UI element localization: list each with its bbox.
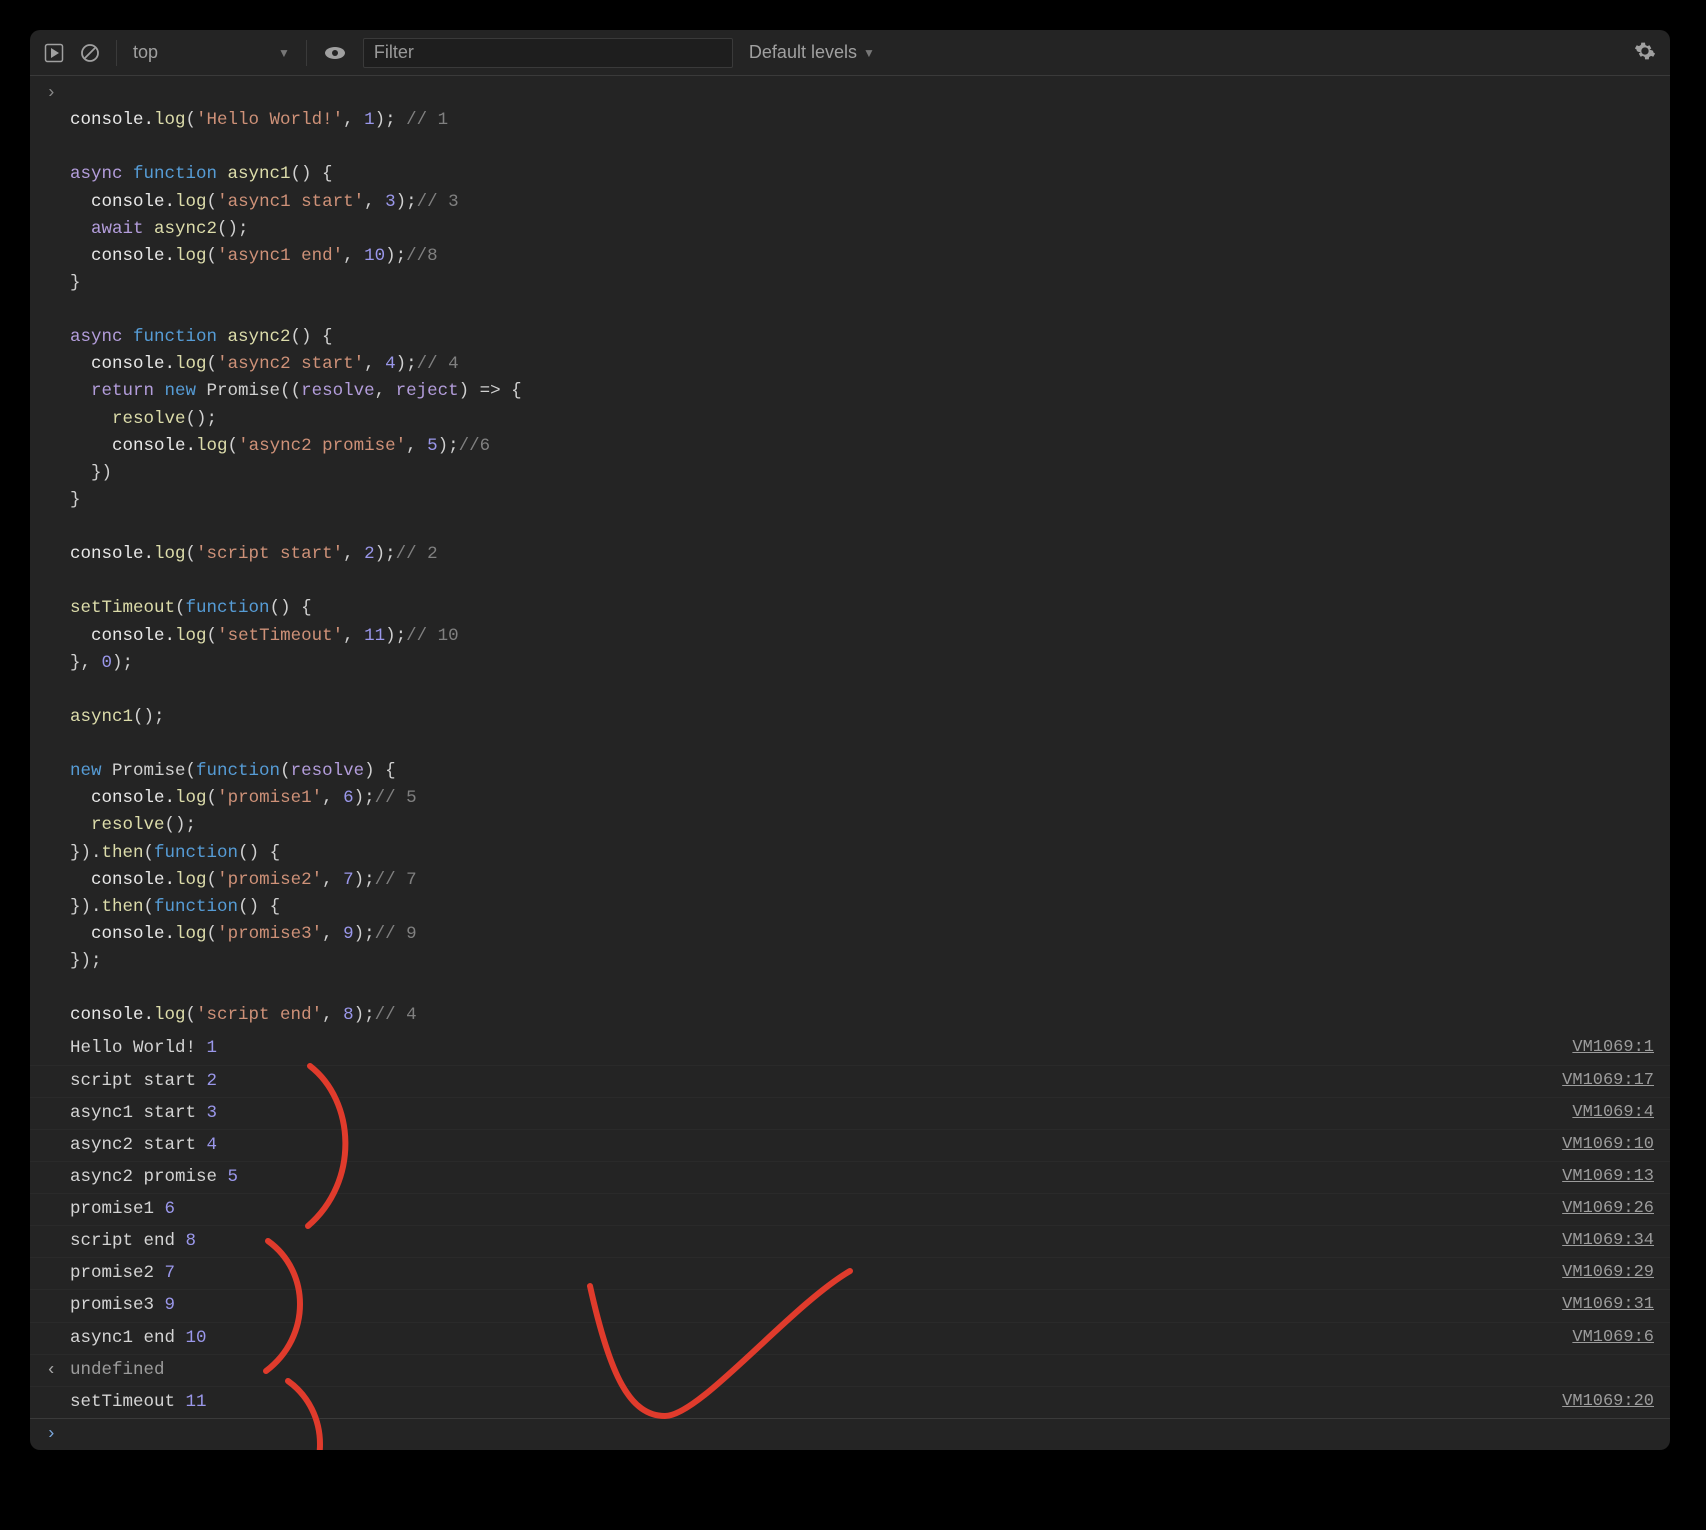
separator: [306, 40, 307, 66]
log-text: script start: [70, 1071, 207, 1091]
console-input-row: › console.log('Hello World!', 1); // 1 a…: [30, 76, 1670, 1033]
log-number: 1: [207, 1038, 218, 1058]
return-arrow-icon: ‹: [46, 1357, 70, 1384]
source-link[interactable]: VM1069:34: [1562, 1228, 1654, 1254]
execute-icon[interactable]: [44, 43, 64, 63]
source-link[interactable]: VM1069:6: [1572, 1325, 1654, 1351]
return-row: ‹ undefined: [30, 1354, 1670, 1386]
log-number: 9: [165, 1295, 176, 1315]
source-link[interactable]: VM1069:13: [1562, 1164, 1654, 1190]
source-link[interactable]: VM1069:17: [1562, 1068, 1654, 1094]
source-link[interactable]: VM1069:4: [1572, 1100, 1654, 1126]
return-value: undefined: [70, 1360, 165, 1380]
log-row: async2 promise 5 VM1069:13: [30, 1161, 1670, 1193]
console-content: › console.log('Hello World!', 1); // 1 a…: [30, 76, 1670, 1450]
log-text: promise3: [70, 1295, 165, 1315]
source-link[interactable]: VM1069:29: [1562, 1260, 1654, 1286]
log-text: async1 start: [70, 1103, 207, 1123]
log-text: promise1: [70, 1199, 165, 1219]
log-number: 3: [207, 1103, 218, 1123]
gear-icon[interactable]: [1634, 40, 1656, 62]
source-link[interactable]: VM1069:26: [1562, 1196, 1654, 1222]
log-number: 10: [186, 1328, 207, 1348]
log-row: promise1 6 VM1069:26: [30, 1193, 1670, 1225]
filter-input[interactable]: Filter: [363, 38, 733, 68]
log-number: 6: [165, 1199, 176, 1219]
levels-label: Default levels: [749, 42, 857, 63]
dropdown-icon: ▼: [278, 46, 290, 60]
log-row: Hello World! 1 VM1069:1: [30, 1033, 1670, 1064]
prompt-icon: ›: [46, 1421, 70, 1448]
source-link[interactable]: VM1069:1: [1572, 1035, 1654, 1061]
console-toolbar: top ▼ Filter Default levels ▼: [30, 30, 1670, 76]
log-row: script start 2 VM1069:17: [30, 1065, 1670, 1097]
clear-icon[interactable]: [80, 43, 100, 63]
log-text: setTimeout: [70, 1392, 186, 1412]
log-text: async2 promise: [70, 1167, 228, 1187]
filter-placeholder: Filter: [374, 42, 414, 63]
source-link[interactable]: VM1069:10: [1562, 1132, 1654, 1158]
log-text: script end: [70, 1231, 186, 1251]
levels-selector[interactable]: Default levels ▼: [749, 42, 875, 63]
source-link[interactable]: VM1069:31: [1562, 1292, 1654, 1318]
separator: [116, 40, 117, 66]
log-row: async1 start 3 VM1069:4: [30, 1097, 1670, 1129]
source-link[interactable]: VM1069:20: [1562, 1389, 1654, 1415]
log-number: 4: [207, 1135, 218, 1155]
expand-arrow-icon[interactable]: ›: [46, 80, 70, 107]
log-number: 2: [207, 1071, 218, 1091]
log-row: promise3 9 VM1069:31: [30, 1289, 1670, 1321]
context-selector[interactable]: top ▼: [133, 42, 290, 63]
log-text: Hello World!: [70, 1038, 207, 1058]
log-row: promise2 7 VM1069:29: [30, 1257, 1670, 1289]
log-text: async1 end: [70, 1328, 186, 1348]
log-text: promise2: [70, 1263, 165, 1283]
log-row: async2 start 4 VM1069:10: [30, 1129, 1670, 1161]
log-text: async2 start: [70, 1135, 207, 1155]
code-input[interactable]: console.log('Hello World!', 1); // 1 asy…: [70, 80, 1654, 1029]
log-row: script end 8 VM1069:34: [30, 1225, 1670, 1257]
log-number: 7: [165, 1263, 176, 1283]
prompt-row[interactable]: ›: [30, 1418, 1670, 1450]
log-row: setTimeout 11 VM1069:20: [30, 1386, 1670, 1418]
log-number: 5: [228, 1167, 239, 1187]
log-number: 8: [186, 1231, 197, 1251]
devtools-panel: top ▼ Filter Default levels ▼ › console.…: [30, 30, 1670, 1450]
log-row: async1 end 10 VM1069:6: [30, 1322, 1670, 1354]
log-number: 11: [186, 1392, 207, 1412]
context-label: top: [133, 42, 158, 63]
dropdown-icon: ▼: [863, 46, 875, 60]
eye-icon[interactable]: [323, 43, 347, 63]
